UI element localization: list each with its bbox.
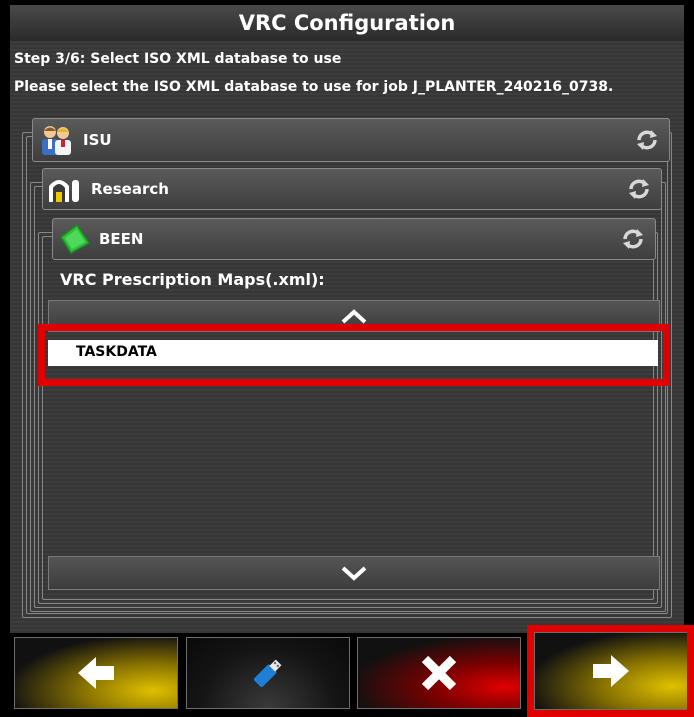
highlight-box-next <box>527 625 694 717</box>
vrc-maps-label: VRC Prescription Maps(.xml): <box>60 270 325 289</box>
cancel-x-icon <box>421 655 457 691</box>
refresh-icon[interactable] <box>635 128 659 152</box>
refresh-icon[interactable] <box>627 177 651 201</box>
window-title: VRC Configuration <box>238 11 456 35</box>
farm-label: Research <box>91 180 169 198</box>
title-bar: VRC Configuration <box>10 5 684 42</box>
back-arrow-icon <box>78 657 114 689</box>
field-header-been[interactable]: BEEN <box>52 218 656 260</box>
scroll-down-button[interactable] <box>48 556 660 590</box>
refresh-icon[interactable] <box>621 227 645 251</box>
chevron-up-icon <box>341 309 367 324</box>
field-icon <box>57 223 93 255</box>
step-instruction: Please select the ISO XML database to us… <box>14 79 614 95</box>
usb-button[interactable] <box>186 637 350 709</box>
cancel-button[interactable] <box>357 637 521 709</box>
field-label: BEEN <box>99 230 144 248</box>
step-title: Step 3/6: Select ISO XML database to use <box>14 51 342 67</box>
client-icon <box>37 123 75 157</box>
client-header-isu[interactable]: ISU <box>32 118 670 162</box>
chevron-down-icon <box>341 566 367 581</box>
back-button[interactable] <box>14 637 178 709</box>
farm-header-research[interactable]: Research <box>42 168 662 210</box>
client-label: ISU <box>83 131 112 149</box>
highlight-box-taskdata <box>38 324 670 386</box>
farm-icon <box>47 174 83 204</box>
usb-drive-icon <box>253 659 282 688</box>
